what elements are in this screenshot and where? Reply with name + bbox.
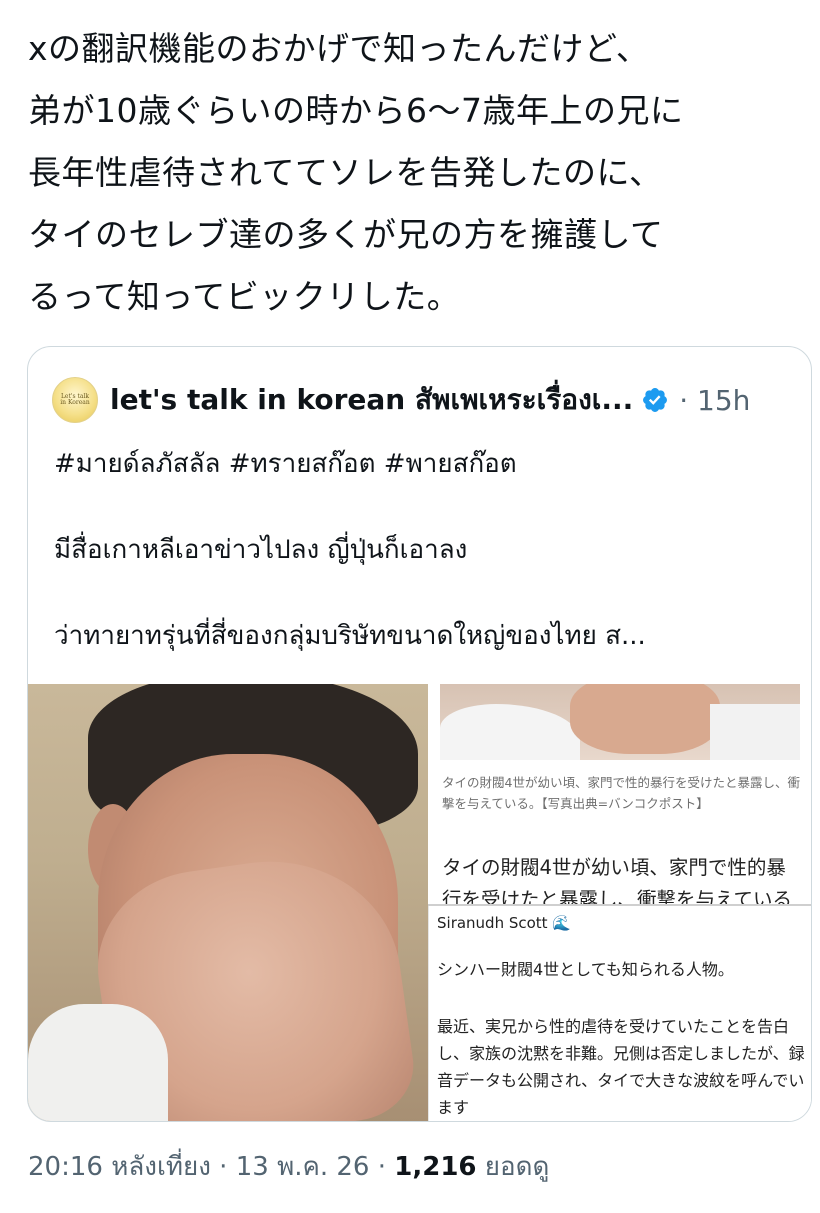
photo-man-covering-face xyxy=(28,684,428,1121)
article-photo-caption: タイの財閥4世が幼い頃、家門で性的暴行を受けたと暴露し、衝撃を与えている。【写真… xyxy=(442,775,800,811)
quoted-tweet-header: Let's talk in Korean let's talk in korea… xyxy=(52,377,791,423)
article-headline: タイの財閥4世が幼い頃、家門で性的暴行を受けたと暴露し、衝撃を与えている xyxy=(442,856,793,904)
meta-separator: · xyxy=(210,1152,236,1182)
avatar-logo-text: Let's talk in Korean xyxy=(60,393,90,406)
time-separator: · xyxy=(679,383,689,417)
photo-article-screenshot: タイの財閥4世が幼い頃、家門で性的暴行を受けたと暴露し、衝撃を与えている。【写真… xyxy=(428,684,811,1121)
quoted-author-name[interactable]: let's talk in korean สัพเพเหระเรื่องเ... xyxy=(110,378,633,422)
verified-badge-icon xyxy=(643,388,668,412)
quoted-hashtags-line: #มายด์ลภัสลัล #ทรายสก๊อต #พายสก๊อต xyxy=(54,449,517,479)
quoted-text-line: ว่าทายาทรุ่นที่สี่ของกลุ่มบริษัทขนาดใหญ่… xyxy=(54,621,646,651)
avatar[interactable]: Let's talk in Korean xyxy=(52,377,98,423)
quoted-time-value: 15h xyxy=(697,383,751,417)
meta-separator: · xyxy=(369,1152,395,1182)
views-label: ยอดดู xyxy=(476,1152,550,1182)
tweet-meta: 20:16 หลังเที่ยง · 13 พ.ค. 26 · 1,216 ยอ… xyxy=(28,1146,549,1187)
article-thumbnail xyxy=(440,684,800,760)
quoted-tweet-body: #มายด์ลภัสลัล #ทรายสก๊อต #พายสก๊อต มีสื่… xyxy=(54,443,794,657)
views-count[interactable]: 1,216 xyxy=(394,1152,476,1182)
embedded-post-line: シンハー財閥4世としても知られる人物。 xyxy=(437,960,734,979)
tweet-text: xの翻訳機能のおかげで知ったんだけど、 弟が10歳ぐらいの時から6〜7歳年上の兄… xyxy=(28,29,684,316)
tweet-time[interactable]: 20:16 หลังเที่ยง xyxy=(28,1152,211,1182)
attached-photo[interactable]: タイの財閥4世が幼い頃、家門で性的暴行を受けたと暴露し、衝撃を与えている。【写真… xyxy=(28,684,811,1121)
tweet-date[interactable]: 13 พ.ค. 26 xyxy=(236,1152,370,1182)
quoted-time[interactable]: · 15h xyxy=(679,384,750,417)
embedded-post: Siranudh Scott 🌊 シンハー財閥4世としても知られる人物。 最近、… xyxy=(428,906,811,1121)
embedded-post-author: Siranudh Scott 🌊 xyxy=(437,914,572,932)
quoted-tweet-card[interactable]: Let's talk in Korean let's talk in korea… xyxy=(27,346,812,1122)
quoted-text-line: มีสื่อเกาหลีเอาข่าวไปลง ญี่ปุ่นก็เอาลง xyxy=(54,535,468,565)
embedded-post-paragraph: 最近、実兄から性的虐待を受けていたことを告白し、家族の沈黙を非難。兄側は否定しま… xyxy=(437,1017,805,1117)
